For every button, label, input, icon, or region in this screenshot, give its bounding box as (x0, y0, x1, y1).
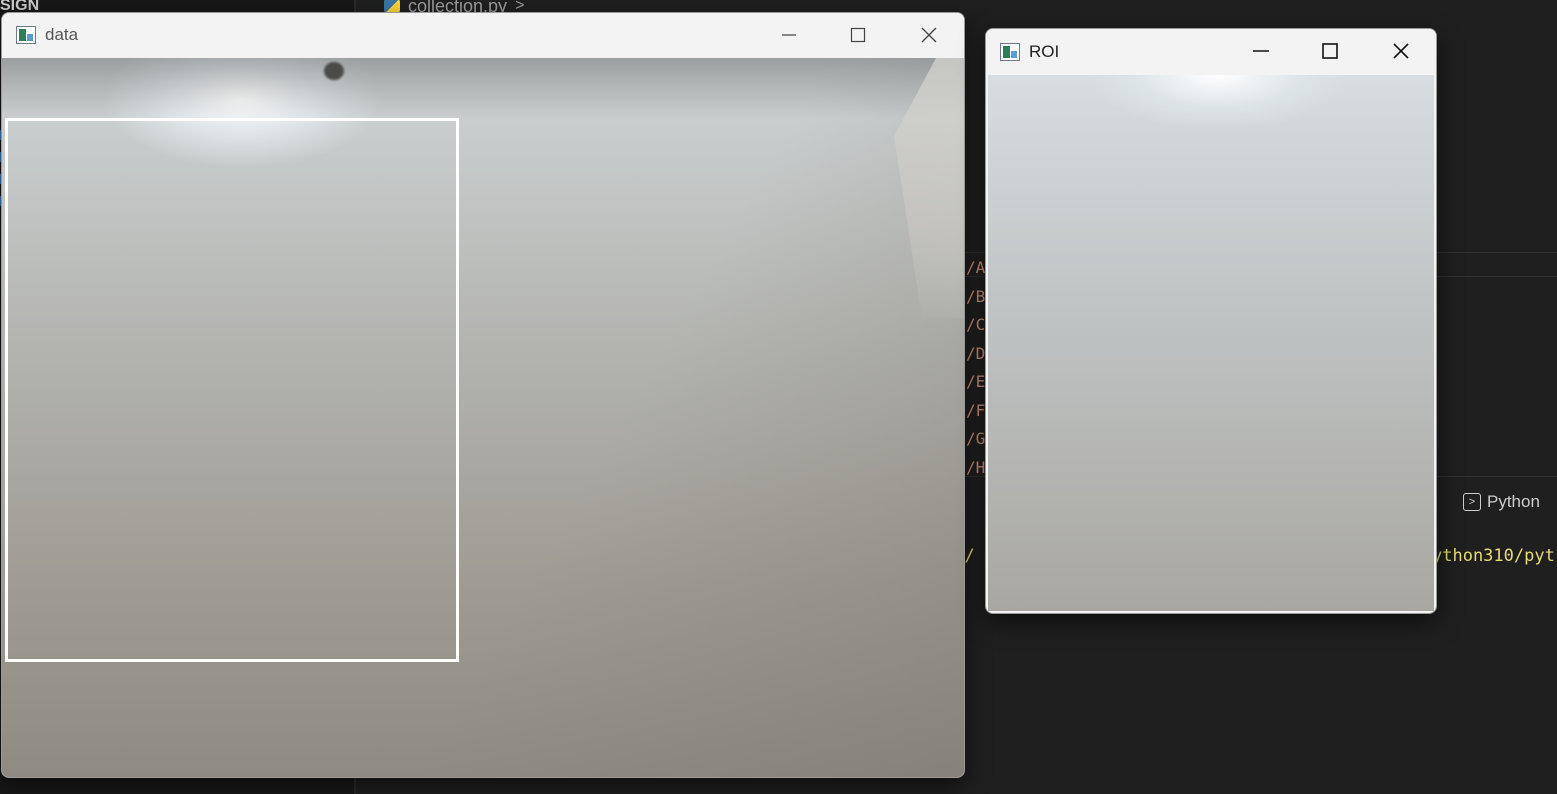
code-line: /F (966, 400, 986, 420)
code-line: /E (966, 372, 986, 391)
code-output-lines: /A /B /C /D /E /F /G /H (966, 254, 985, 482)
terminal-selector[interactable]: > Python (1463, 492, 1540, 512)
roi-window-title: ROI (1029, 42, 1060, 61)
code-line: /G (966, 429, 986, 448)
minimize-button[interactable] (766, 13, 812, 57)
close-button[interactable] (1378, 29, 1424, 73)
roi-window-titlebar[interactable]: ROI (986, 29, 1436, 75)
code-line: /C (966, 315, 986, 334)
minimize-icon (782, 34, 796, 36)
terminal-icon: > (1463, 493, 1481, 511)
code-line: /H (966, 457, 986, 477)
ceiling-shadow (2, 58, 964, 118)
maximize-button[interactable] (1307, 29, 1353, 73)
terminal-label: Python (1487, 492, 1540, 511)
opencv-app-icon (16, 26, 36, 44)
camera-feed (2, 58, 964, 777)
maximize-button[interactable] (835, 13, 881, 57)
close-button[interactable] (906, 13, 952, 57)
ceiling-fixture (324, 62, 344, 80)
roi-window[interactable]: ROI (985, 28, 1437, 614)
close-icon (921, 27, 937, 43)
roi-frame-image (988, 75, 1434, 611)
opencv-app-icon (1000, 43, 1020, 61)
data-window[interactable]: data (1, 12, 965, 778)
code-line: /D (966, 343, 986, 363)
code-line: /B (966, 286, 986, 306)
code-line: /A (966, 258, 986, 277)
data-window-title: data (45, 25, 79, 44)
terminal-text-right: ython310/pyt (1432, 546, 1555, 566)
roi-feed (988, 75, 1434, 611)
minimize-button[interactable] (1238, 29, 1284, 73)
maximize-icon (850, 27, 866, 43)
close-icon (1393, 43, 1409, 59)
roi-bounding-box (5, 118, 459, 662)
data-window-titlebar[interactable]: data (2, 13, 964, 57)
maximize-icon (1322, 43, 1338, 59)
camera-frame-image (2, 58, 964, 777)
minimize-icon (1253, 50, 1269, 52)
